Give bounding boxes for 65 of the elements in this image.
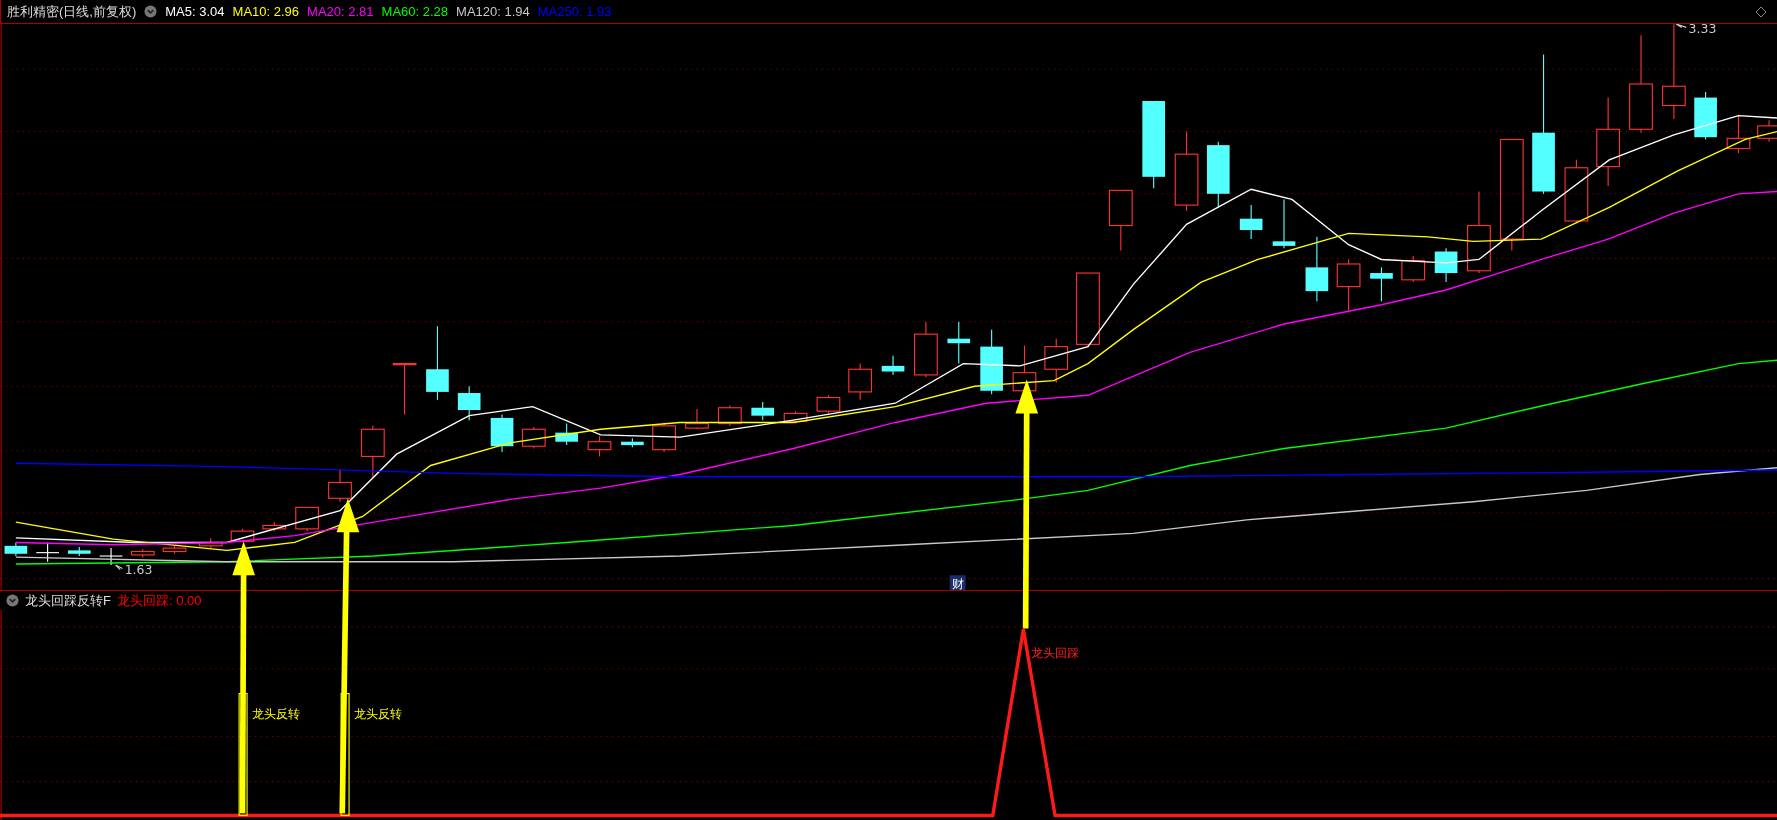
candlestick — [652, 421, 676, 453]
moving-average-legend: MA60: 2.28 — [381, 4, 449, 19]
moving-average-legend: MA120: 1.94 — [456, 4, 530, 19]
candlestick — [162, 545, 187, 555]
candlestick — [1044, 338, 1069, 384]
high-price-label: 3.33 — [1688, 24, 1717, 37]
candlestick — [751, 401, 775, 421]
candlestick — [1305, 236, 1329, 302]
low-price-label: 1.63 — [124, 562, 153, 578]
candlestick — [99, 547, 123, 566]
candlestick — [490, 413, 514, 453]
event-badge[interactable]: 财 — [951, 575, 964, 590]
candlestick — [262, 521, 287, 532]
candlestick — [914, 321, 938, 378]
candlestick — [1694, 91, 1717, 141]
candlestick — [521, 426, 546, 450]
candlestick — [457, 385, 481, 421]
candlestick — [783, 410, 808, 425]
indicator-title: 龙头回踩反转F — [25, 591, 111, 610]
chevron-down-icon[interactable] — [6, 594, 19, 607]
candlestick — [328, 468, 352, 503]
signal-label: 龙头回踩 — [1031, 645, 1080, 661]
indicator-legend: 龙头回踩: 0.00 — [116, 591, 202, 610]
candlestick — [621, 437, 644, 448]
moving-average-legend: MA250: 1.93 — [537, 4, 612, 19]
candlestick — [1564, 159, 1589, 224]
candlestick — [848, 363, 873, 401]
candlestick — [1272, 198, 1296, 249]
candlestick — [4, 541, 28, 557]
candlestick — [980, 329, 1003, 395]
high-marker-arrow — [1675, 24, 1687, 28]
candlestick — [1206, 141, 1230, 208]
candlestick — [68, 546, 91, 557]
candlestick — [295, 506, 319, 532]
candlestick — [587, 435, 612, 457]
moving-average-legend: MA5: 3.04 — [165, 4, 225, 19]
candlestick — [1401, 255, 1426, 283]
candlestick — [392, 363, 417, 416]
candlestick — [816, 394, 841, 414]
candlestick — [1726, 114, 1751, 154]
chevron-down-icon[interactable] — [144, 5, 158, 18]
moving-average-legend: MA20: 2.81 — [307, 4, 374, 19]
candlestick — [35, 541, 60, 563]
candlestick — [1434, 247, 1458, 283]
candlestick — [1370, 266, 1393, 302]
diamond-icon[interactable] — [1755, 6, 1767, 18]
signal-label: 龙头反转 — [353, 706, 402, 722]
candlestick — [947, 321, 971, 365]
candlestick — [1108, 189, 1133, 251]
signal-label: 龙头反转 — [251, 706, 300, 722]
low-marker-arrow — [115, 564, 123, 571]
candlestick — [360, 425, 385, 478]
candlestick — [130, 548, 155, 558]
candlestick — [685, 408, 709, 430]
candlestick — [555, 423, 578, 446]
candlestick — [881, 355, 905, 376]
candlestick — [230, 528, 255, 544]
chart-title: 胜利精密(日线,前复权) — [7, 2, 137, 21]
moving-average-legend: MA10: 2.96 — [232, 4, 300, 19]
candlestick — [198, 537, 223, 549]
candlestick — [1336, 258, 1361, 311]
candlestick — [1757, 119, 1777, 143]
candlestick — [1239, 204, 1263, 240]
candlestick — [717, 404, 742, 427]
event-badge-background — [949, 575, 966, 590]
